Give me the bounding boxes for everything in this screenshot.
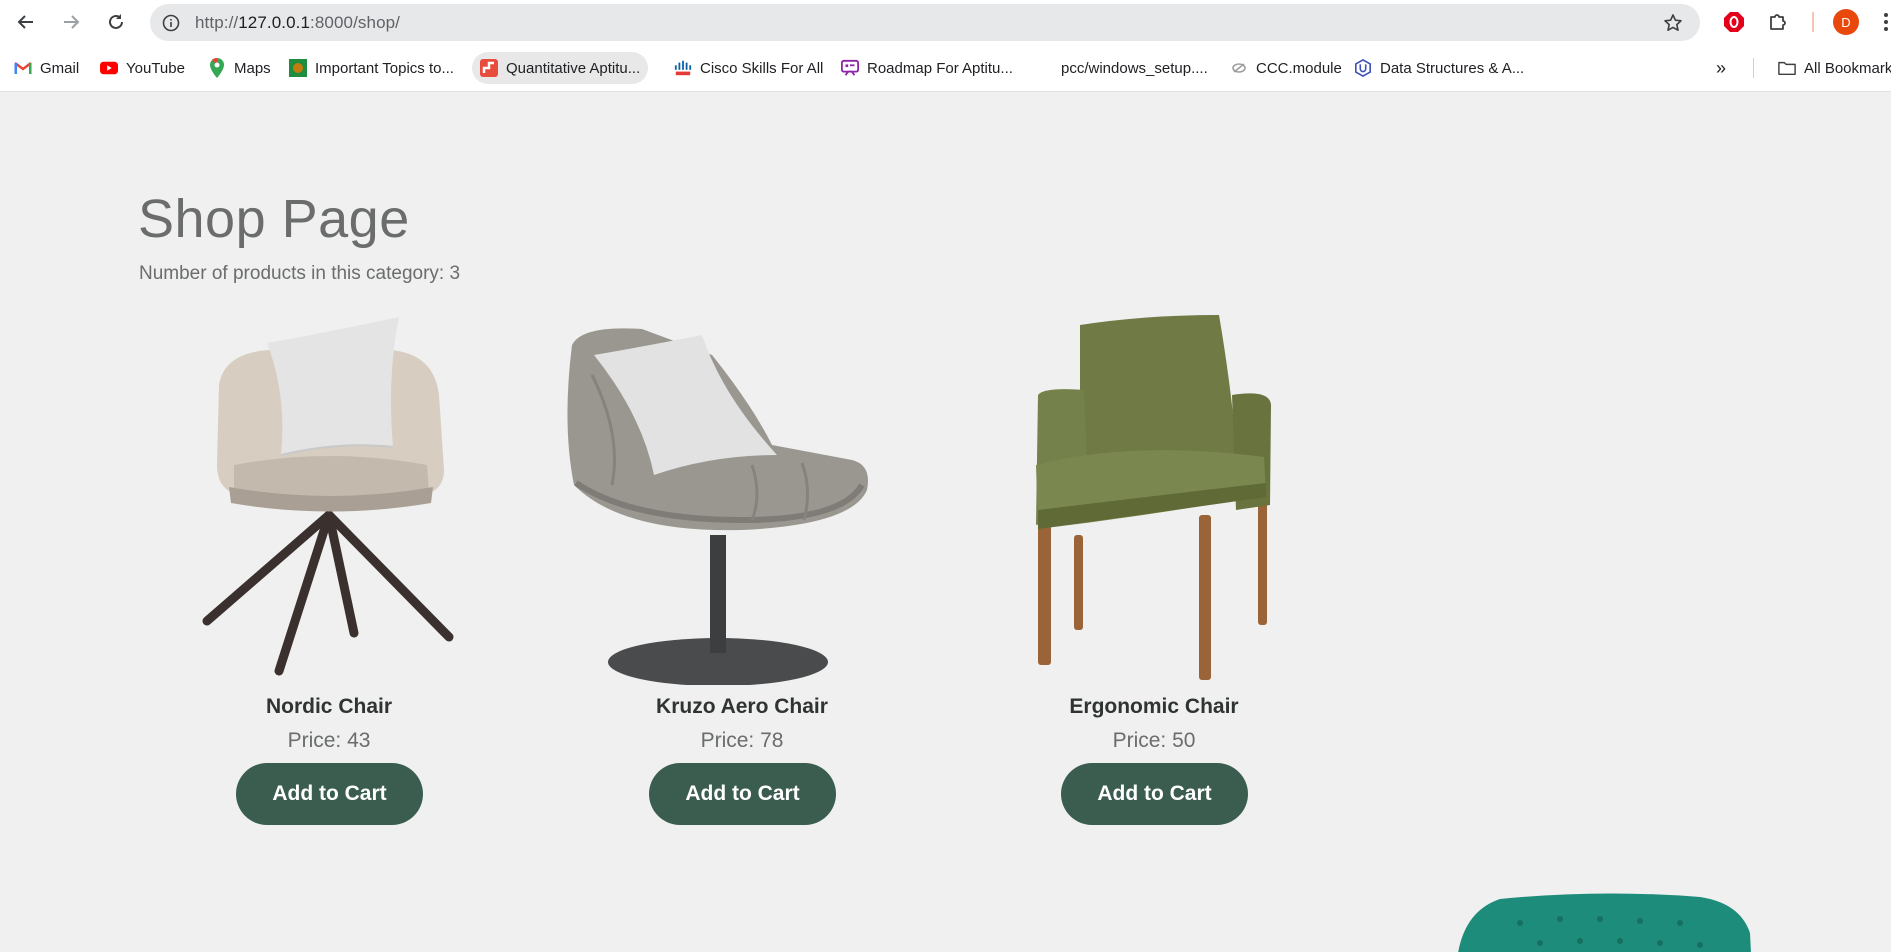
bookmarks-bar: Gmail YouTube Maps Important Topics to..…	[0, 44, 1891, 92]
bookmarks-divider	[1753, 58, 1754, 78]
youtube-icon	[100, 59, 118, 77]
maps-icon	[208, 58, 226, 78]
bookmark-star-icon[interactable]	[1662, 12, 1684, 34]
url-scheme: http://	[195, 13, 239, 32]
bookmark-label: YouTube	[126, 59, 185, 77]
bookmark-favicon	[289, 59, 307, 77]
folder-icon	[1778, 59, 1796, 77]
bookmark-label: Data Structures & A...	[1380, 59, 1525, 77]
url-host: 127.0.0.1	[238, 13, 311, 32]
sofa-image	[1458, 893, 1751, 952]
reload-icon	[109, 14, 123, 29]
add-to-cart-button[interactable]: Add to Cart	[649, 763, 836, 825]
bookmark-maps[interactable]: Maps	[200, 52, 279, 84]
bookmark-gmail[interactable]: Gmail	[6, 52, 87, 84]
product-card: Ergonomic Chair Price: 50 Add to Cart	[974, 315, 1334, 835]
shop-page: Shop Page Number of products in this cat…	[0, 93, 1891, 952]
url-path: :8000/shop/	[310, 13, 400, 32]
product-card: Kruzo Aero Chair Price: 78 Add to Cart	[562, 315, 922, 835]
nordic-chair-image[interactable]	[149, 315, 509, 685]
product-price: Price: 50	[1112, 729, 1196, 752]
bookmark-favicon	[1230, 59, 1248, 77]
product-card: Nordic Chair Price: 43 Add to Cart	[149, 315, 509, 835]
bookmark-important-topics[interactable]: Important Topics to...	[281, 52, 462, 84]
address-bar[interactable]: http://127.0.0.1:8000/shop/	[150, 4, 1700, 41]
page-title: Shop Page	[138, 189, 410, 249]
all-bookmarks-folder[interactable]: All Bookmarks	[1770, 52, 1891, 84]
forward-button[interactable]	[59, 10, 83, 34]
toolbar-divider	[1812, 12, 1814, 32]
gmail-icon	[14, 59, 32, 77]
bookmark-roadmap-aptitude[interactable]: Roadmap For Aptitu...	[833, 52, 1021, 84]
ergonomic-chair-image[interactable]	[974, 315, 1334, 685]
arrow-left-icon	[17, 15, 33, 29]
more-bookmarks-chevron-icon[interactable]: »	[1716, 58, 1726, 79]
add-to-cart-button[interactable]: Add to Cart	[236, 763, 423, 825]
product-name: Ergonomic Chair	[1069, 695, 1239, 718]
menu-kebab-icon[interactable]	[1881, 10, 1891, 34]
kruzo-aero-chair-image[interactable]	[562, 315, 922, 685]
bookmark-label: All Bookmarks	[1804, 59, 1891, 77]
back-button[interactable]	[14, 10, 38, 34]
adblock-extension-icon[interactable]	[1722, 10, 1746, 34]
bookmark-pcc-windows-setup[interactable]: pcc/windows_setup....	[1053, 52, 1216, 84]
bookmark-label: Roadmap For Aptitu...	[867, 59, 1013, 77]
bookmark-label: pcc/windows_setup....	[1061, 59, 1208, 77]
bookmark-youtube[interactable]: YouTube	[92, 52, 193, 84]
bookmark-data-structures[interactable]: Data Structures & A...	[1346, 52, 1532, 84]
bookmark-label: Cisco Skills For All	[700, 59, 824, 77]
site-info-icon[interactable]	[160, 12, 182, 34]
product-price: Price: 78	[700, 729, 784, 752]
product-count-text: Number of products in this category: 3	[139, 263, 461, 284]
arrow-right-icon	[64, 15, 80, 29]
bookmark-quantitative-aptitude[interactable]: Quantitative Aptitu...	[472, 52, 649, 84]
url-text: http://127.0.0.1:8000/shop/	[195, 13, 400, 33]
udacity-icon	[1354, 58, 1372, 78]
extensions-icon[interactable]	[1766, 10, 1790, 34]
bookmark-label: Important Topics to...	[315, 59, 454, 77]
cisco-icon	[674, 59, 692, 77]
bookmark-favicon	[480, 59, 498, 77]
bookmark-cisco[interactable]: Cisco Skills For All	[666, 52, 831, 84]
profile-avatar[interactable]: D	[1833, 9, 1859, 35]
bookmark-label: Maps	[234, 59, 271, 77]
product-name: Nordic Chair	[265, 695, 393, 718]
browser-toolbar: http://127.0.0.1:8000/shop/ D	[0, 0, 1891, 44]
bookmark-label: CCC.module	[1256, 59, 1342, 77]
reload-button[interactable]	[104, 10, 128, 34]
bookmark-favicon	[841, 59, 859, 77]
add-to-cart-button[interactable]: Add to Cart	[1061, 763, 1248, 825]
product-name: Kruzo Aero Chair	[656, 695, 828, 718]
bookmark-ccc-module[interactable]: CCC.module	[1222, 52, 1350, 84]
bookmark-label: Gmail	[40, 59, 80, 77]
bookmark-label: Quantitative Aptitu...	[506, 59, 641, 77]
product-price: Price: 43	[287, 729, 371, 752]
